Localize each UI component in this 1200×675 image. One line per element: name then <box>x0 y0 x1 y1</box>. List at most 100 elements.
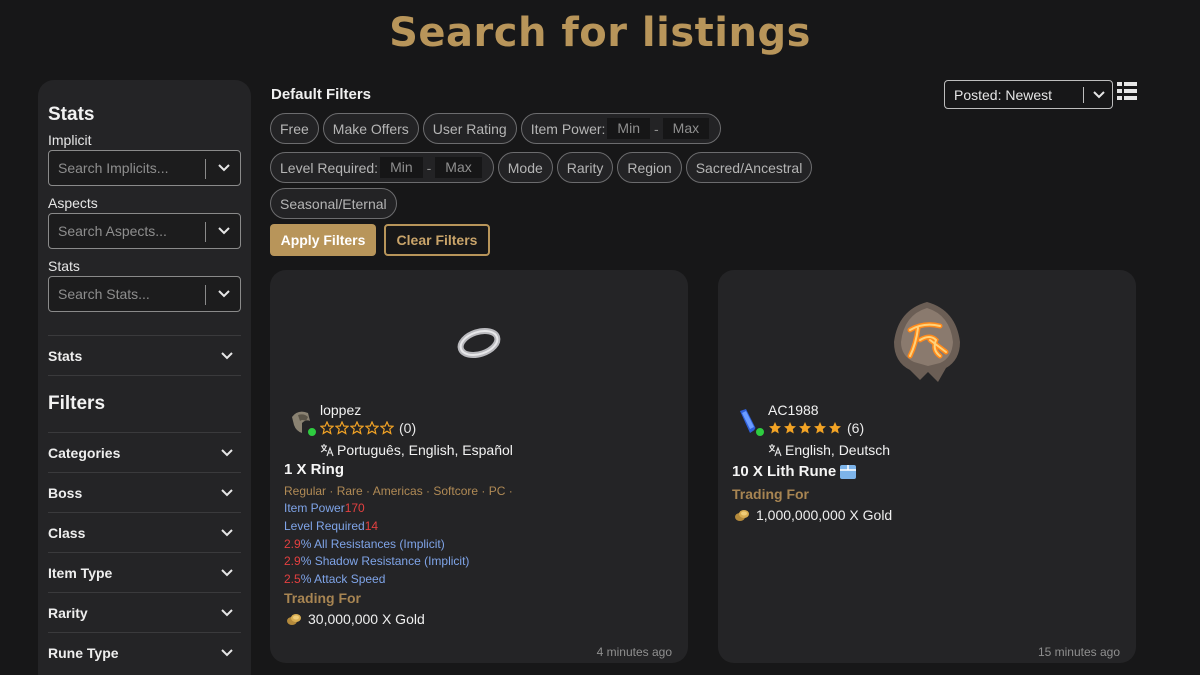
sidebar-row-label: Categories <box>48 444 121 461</box>
sidebar-row-stats[interactable]: Stats <box>48 335 241 375</box>
gold-coins-icon <box>287 614 301 625</box>
implicit-search-placeholder: Search Implicits... <box>58 160 169 176</box>
posted-time: 15 minutes ago <box>1037 645 1120 659</box>
sidebar-row-rune-type[interactable]: Rune Type <box>48 632 241 672</box>
sidebar-row-label: Boss <box>48 484 83 501</box>
seller-rating: (6) <box>768 420 864 436</box>
stats-search-placeholder: Search Stats... <box>58 286 150 302</box>
chip-mode[interactable]: Mode <box>497 152 553 183</box>
chevron-down-icon[interactable] <box>217 162 231 174</box>
star-filled-icon <box>769 422 781 434</box>
seller-rating: (0) <box>320 420 416 436</box>
filter-chip-row-1: Free Make Offers User Rating Item Power:… <box>270 113 722 144</box>
affix-text: % Shadow Resistance (Implicit) <box>300 554 470 568</box>
chevron-down-icon <box>221 568 233 576</box>
trading-for-label: Trading For <box>284 590 361 606</box>
select-separator <box>1083 87 1084 103</box>
affix-value: 2.9 <box>284 537 301 551</box>
chip-rarity[interactable]: Rarity <box>556 152 614 183</box>
sidebar-row-label: Rune Type <box>48 644 119 661</box>
prop-value: 14 <box>364 519 379 533</box>
sidebar-row-categories[interactable]: Categories <box>48 432 241 472</box>
sidebar-row-rarity[interactable]: Rarity <box>48 592 241 632</box>
rating-count: (0) <box>399 420 417 436</box>
item-power-min-input[interactable]: Min <box>607 118 650 139</box>
star-filled-icon <box>829 422 841 434</box>
sort-selected-value: Posted: Newest <box>954 86 1053 103</box>
star-filled-icon <box>784 422 796 434</box>
item-title[interactable]: 10 X Lith Rune <box>732 463 857 480</box>
chip-free[interactable]: Free <box>270 113 319 144</box>
affix-line: 2.5% Attack Speed <box>284 572 385 586</box>
sidebar-row-label: Item Type <box>48 564 113 581</box>
sidebar-filters-heading: Filters <box>48 375 241 432</box>
prop-value: 170 <box>344 501 365 515</box>
chevron-down-icon[interactable] <box>217 225 231 237</box>
chip-item-power[interactable]: Item Power: Min - Max <box>520 113 722 144</box>
seller-languages: Português, English, Español <box>320 442 513 458</box>
box-icon <box>840 464 857 479</box>
item-title-text: 10 X Lith Rune <box>732 463 837 480</box>
price-text: 1,000,000,000 X Gold <box>756 507 893 523</box>
sidebar-row-label: Class <box>48 524 86 541</box>
item-tags: Regular · Rare · Americas · Softcore · P… <box>284 484 513 498</box>
level-required-prop: Level Required14 <box>284 519 378 533</box>
star-empty-icon <box>350 421 364 435</box>
implicit-label: Implicit <box>48 132 92 148</box>
online-status-dot <box>754 426 766 438</box>
seller-name[interactable]: loppez <box>320 402 361 418</box>
chevron-down-icon <box>221 648 233 656</box>
stats-label: Stats <box>48 258 80 274</box>
item-power-label: Item Power: <box>530 120 606 137</box>
level-required-max-input[interactable]: Max <box>435 157 482 178</box>
chip-make-offers[interactable]: Make Offers <box>322 113 419 144</box>
implicit-search-select[interactable]: Search Implicits... <box>48 150 241 186</box>
chip-user-rating[interactable]: User Rating <box>422 113 517 144</box>
chip-seasonal-eternal[interactable]: Seasonal/Eternal <box>270 188 397 219</box>
prop-label: Level Required <box>284 519 365 533</box>
rating-count: (6) <box>847 420 865 436</box>
price: 30,000,000 X Gold <box>286 611 425 627</box>
star-filled-icon <box>799 422 811 434</box>
chevron-down-icon[interactable] <box>217 288 231 300</box>
chip-sacred-ancestral[interactable]: Sacred/Ancestral <box>685 152 813 183</box>
item-power-max-input[interactable]: Max <box>662 118 710 139</box>
level-required-min-input[interactable]: Min <box>380 157 423 178</box>
sidebar-row-item-type[interactable]: Item Type <box>48 552 241 592</box>
chip-level-required[interactable]: Level Required: Min - Max <box>270 152 494 183</box>
aspects-label: Aspects <box>48 195 98 211</box>
star-empty-icon <box>320 421 334 435</box>
sidebar-row-label: Stats <box>48 347 83 364</box>
aspects-search-select[interactable]: Search Aspects... <box>48 213 241 249</box>
sidebar-stats-heading: Stats <box>48 104 95 125</box>
seller-name[interactable]: AC1988 <box>768 402 819 418</box>
prop-label: Item Power <box>284 501 345 515</box>
sidebar-row-boss[interactable]: Boss <box>48 472 241 512</box>
sort-select[interactable]: Posted: Newest <box>944 80 1113 109</box>
select-separator <box>205 285 206 305</box>
chip-region[interactable]: Region <box>617 152 682 183</box>
seller-languages: English, Deutsch <box>768 442 890 458</box>
level-required-label: Level Required: <box>280 159 379 176</box>
range-dash: - <box>426 159 432 176</box>
sidebar-row-label: Rarity <box>48 604 88 621</box>
star-empty-icon <box>380 421 394 435</box>
item-title[interactable]: 1 X Ring <box>284 461 344 478</box>
clear-filters-button[interactable]: Clear Filters <box>384 224 490 256</box>
sidebar-row-class[interactable]: Class <box>48 512 241 552</box>
listing-card[interactable]: AC1988 (6) English, Deutsch 10 X Lith Ru… <box>718 270 1136 663</box>
listing-card[interactable]: loppez (0) Português, English, Español 1… <box>270 270 688 663</box>
item-power-prop: Item Power170 <box>284 501 365 515</box>
list-view-icon[interactable] <box>1117 82 1137 100</box>
languages-text: English, Deutsch <box>785 442 891 458</box>
affix-text: % All Resistances (Implicit) <box>300 537 445 551</box>
affix-text: % Attack Speed <box>300 572 386 586</box>
star-filled-icon <box>814 422 826 434</box>
affix-line: 2.9% All Resistances (Implicit) <box>284 537 445 551</box>
stats-search-select[interactable]: Search Stats... <box>48 276 241 312</box>
posted-time: 4 minutes ago <box>596 645 672 659</box>
apply-filters-button[interactable]: Apply Filters <box>270 224 376 256</box>
sidebar: Stats Implicit Search Implicits... Aspec… <box>38 80 251 675</box>
default-filters-heading: Default Filters <box>271 86 372 103</box>
star-empty-icon <box>335 421 349 435</box>
